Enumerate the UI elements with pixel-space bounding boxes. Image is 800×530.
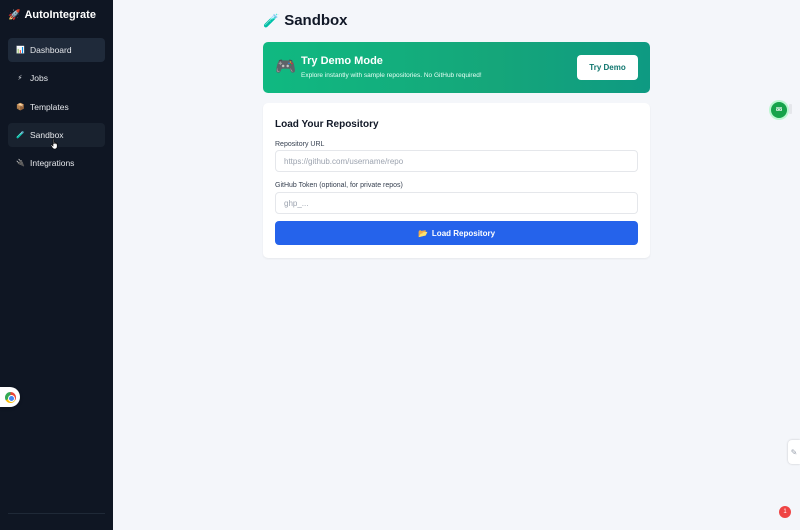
sidebar-item-label: Templates — [30, 101, 69, 112]
load-repository-label: Load Repository — [431, 228, 496, 238]
sidebar: 🚀 AutoIntegrate 📊 Dashboard ⚡ Jobs 📦 Tem… — [0, 0, 113, 530]
sidebar-nav: 📊 Dashboard ⚡ Jobs 📦 Templates 🧪 Sandbox… — [8, 38, 105, 179]
repository-url-input[interactable] — [275, 150, 638, 172]
app-title: AutoIntegrate — [24, 9, 96, 21]
sidebar-item-integrations[interactable]: 🔌 Integrations — [8, 151, 105, 175]
sidebar-item-label: Jobs — [30, 73, 48, 84]
page-title: 🧪 Sandbox — [263, 12, 348, 29]
chrome-icon — [4, 391, 16, 403]
status-badge[interactable]: 88 — [771, 102, 787, 118]
load-repository-card: Load Your Repository Repository URL GitH… — [263, 103, 650, 258]
sidebar-divider — [8, 513, 105, 514]
plug-icon: 🔌 — [16, 160, 25, 168]
bar-chart-icon: 📊 — [16, 47, 25, 54]
demo-description: Explore instantly with sample repositori… — [301, 72, 482, 79]
chrome-extension-widget[interactable] — [0, 387, 20, 407]
sidebar-item-jobs[interactable]: ⚡ Jobs — [8, 66, 105, 90]
test-tube-icon: 🧪 — [263, 12, 280, 28]
sidebar-item-label: Dashboard — [30, 45, 72, 55]
sidebar-item-dashboard[interactable]: 📊 Dashboard — [8, 38, 105, 62]
card-heading: Load Your Repository — [275, 119, 379, 130]
demo-banner: 🎮 Try Demo Mode Explore instantly with s… — [263, 42, 650, 93]
sidebar-item-templates[interactable]: 📦 Templates — [8, 95, 105, 119]
test-tube-icon: 🧪 — [16, 131, 25, 139]
rocket-icon: 🚀 — [8, 9, 21, 21]
hand-cursor-icon — [50, 138, 58, 150]
demo-title: Try Demo Mode — [301, 55, 383, 67]
lightning-icon: ⚡ — [17, 75, 23, 83]
load-repository-button[interactable]: 📂 Load Repository — [275, 221, 638, 245]
sidebar-item-label: Integrations — [30, 158, 75, 169]
page-title-text: Sandbox — [284, 12, 348, 29]
github-token-label: GitHub Token (optional, for private repo… — [275, 182, 403, 189]
pen-icon[interactable]: ✎ — [788, 440, 800, 464]
package-icon: 📦 — [16, 103, 25, 111]
repository-url-label: Repository URL — [275, 141, 325, 148]
widget-handle[interactable] — [789, 104, 792, 114]
folder-icon: 📂 — [417, 228, 428, 238]
notification-badge[interactable]: 1 — [779, 506, 791, 518]
try-demo-button[interactable]: Try Demo — [577, 55, 638, 80]
gamepad-icon: 🎮 — [275, 57, 297, 76]
github-token-input[interactable] — [275, 192, 638, 214]
app-brand[interactable]: 🚀 AutoIntegrate — [8, 9, 96, 21]
